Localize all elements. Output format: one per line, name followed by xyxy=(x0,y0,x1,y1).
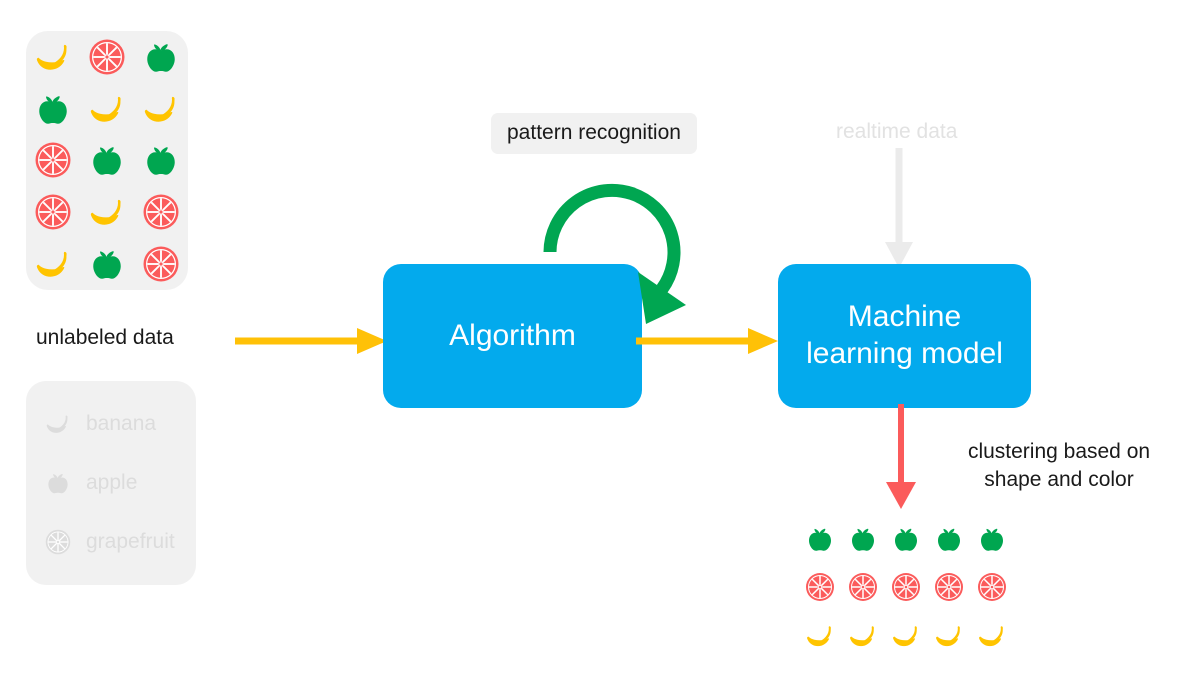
grapefruit-icon xyxy=(891,573,920,602)
banana-icon xyxy=(806,626,831,646)
clustering-description-label: clustering based on shape and color xyxy=(967,440,1151,491)
grapefruit-icon xyxy=(848,573,877,602)
banana-icon xyxy=(892,626,917,646)
machine-learning-model-label: Machine learning model xyxy=(806,300,1003,370)
realtime-data-arrow xyxy=(885,148,913,268)
grapefruit-icon xyxy=(934,573,963,602)
legend-item-label: apple xyxy=(86,470,138,494)
legend-item-apple[interactable]: apple xyxy=(26,460,196,506)
banana-icon xyxy=(144,96,175,122)
banana-icon xyxy=(36,251,67,277)
grapefruit-icon xyxy=(35,194,71,230)
legend-item-label: grapefruit xyxy=(86,529,175,553)
grapefruit-icon xyxy=(805,573,834,602)
banana-icon xyxy=(978,626,1003,646)
grapefruit-icon xyxy=(143,246,179,282)
grapefruit-icon xyxy=(35,142,71,178)
banana-icon xyxy=(849,626,874,646)
banana-icon xyxy=(935,626,960,646)
fruit-legend-list: banana apple grapefruit xyxy=(26,381,196,585)
grapefruit-icon xyxy=(89,39,125,75)
banana-icon xyxy=(36,44,67,70)
unlabeled-data-arrow xyxy=(235,328,387,354)
banana-icon xyxy=(46,415,68,434)
apple-icon xyxy=(851,528,874,551)
legend-item-grapefruit[interactable]: grapefruit xyxy=(26,519,196,565)
apple-icon xyxy=(48,473,68,494)
apple-icon xyxy=(808,528,831,551)
apple-icon xyxy=(894,528,917,551)
pattern-recognition-label: pattern recognition xyxy=(507,121,681,144)
legend-item-label: banana xyxy=(86,412,157,436)
pattern-recognition-chip: pattern recognition xyxy=(491,113,697,154)
legend-item-banana[interactable]: banana xyxy=(26,401,196,447)
grapefruit-icon xyxy=(45,529,71,554)
clustering-output-arrow xyxy=(886,404,916,509)
apple-icon xyxy=(937,528,960,551)
grapefruit-icon xyxy=(143,194,179,230)
realtime-data-label: realtime data xyxy=(836,120,958,143)
diagram-canvas: unlabeled data Algorithm pattern recogni… xyxy=(0,0,1200,675)
grapefruit-icon xyxy=(977,573,1006,602)
machine-learning-model-box[interactable]: Machine learning model xyxy=(778,264,1031,408)
unlabeled-fruit-grid xyxy=(26,31,188,290)
banana-icon xyxy=(90,96,121,122)
apple-icon xyxy=(147,44,175,72)
output-cluster-grid xyxy=(798,515,1013,660)
apple-icon xyxy=(39,95,67,124)
apple-icon xyxy=(93,251,121,279)
unlabeled-data-label: unlabeled data xyxy=(36,326,174,349)
banana-icon xyxy=(90,200,121,225)
apple-icon xyxy=(93,147,121,176)
pattern-recognition-loop-arrow xyxy=(543,183,686,324)
apple-icon xyxy=(147,147,175,176)
apple-icon xyxy=(980,528,1003,551)
